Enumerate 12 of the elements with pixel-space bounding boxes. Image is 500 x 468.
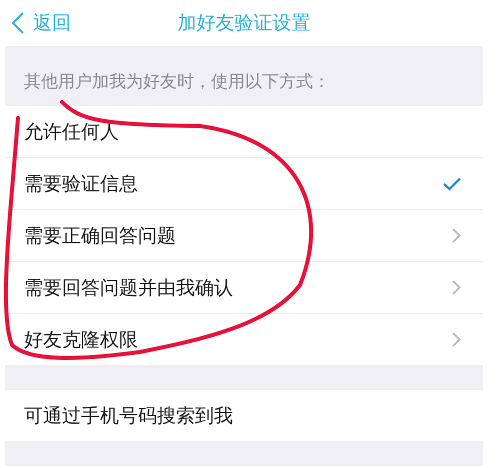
setting-row[interactable]: 可通过手机号码搜索到我 — [5, 390, 483, 441]
section-header: 其他用户加我为好友时，使用以下方式： — [5, 46, 483, 106]
setting-row[interactable]: 允许任何人 — [5, 106, 483, 158]
setting-row[interactable]: 需要验证信息 — [5, 158, 483, 210]
setting-row[interactable]: 需要回答问题并由我确认 — [5, 262, 483, 314]
chevron-right-icon — [452, 280, 461, 295]
chevron-right-icon — [452, 332, 461, 347]
setting-row[interactable]: 需要正确回答问题 — [5, 210, 483, 262]
page-title: 加好友验证设置 — [178, 11, 310, 36]
back-chevron-icon — [11, 11, 25, 35]
chevron-right-icon — [452, 228, 461, 243]
setting-row[interactable]: 好友克隆权限 — [5, 314, 483, 365]
